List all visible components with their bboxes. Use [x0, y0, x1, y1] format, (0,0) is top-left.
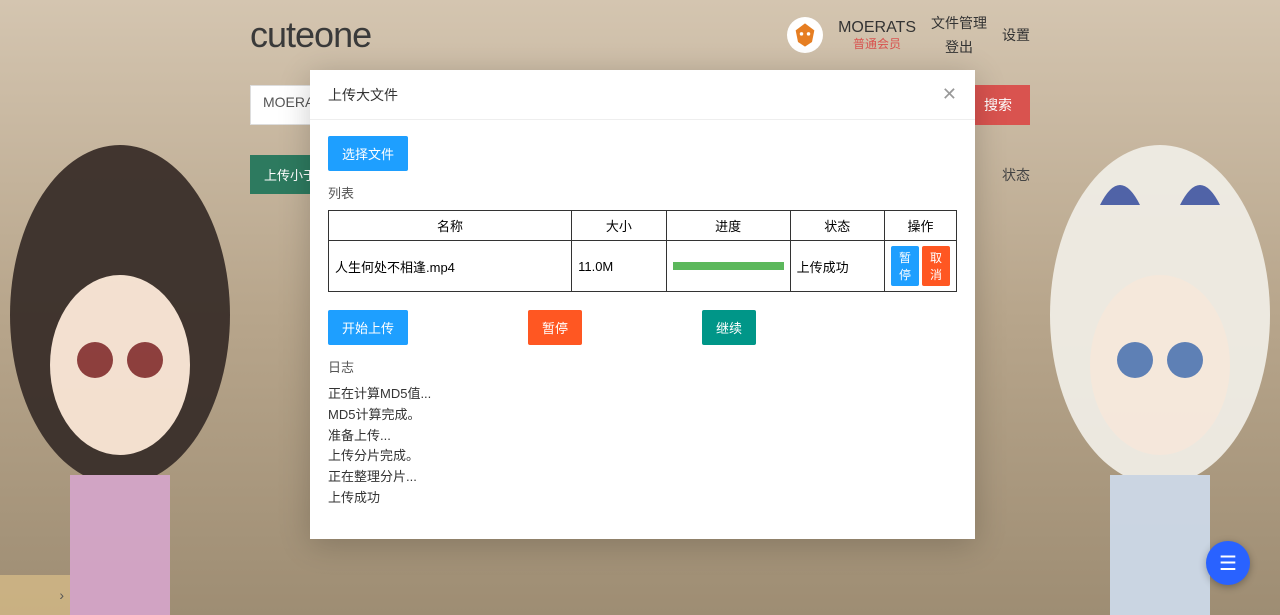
search-button[interactable]: 搜索: [966, 85, 1030, 125]
th-progress: 进度: [666, 211, 790, 241]
hamburger-icon: ☰: [1219, 551, 1237, 576]
background-character-right: [1020, 115, 1280, 615]
log-line: MD5计算完成。: [328, 405, 957, 426]
fox-icon: [791, 21, 819, 49]
log-line: 正在计算MD5值...: [328, 384, 957, 405]
close-icon: ✕: [942, 84, 957, 104]
th-size: 大小: [572, 211, 667, 241]
cell-size: 11.0M: [572, 241, 667, 292]
bottom-widget[interactable]: ›: [0, 575, 70, 615]
th-status: 状态: [790, 211, 884, 241]
cell-action: 暂停 取消: [884, 241, 956, 292]
nav-settings[interactable]: 设置: [1002, 25, 1030, 45]
log-lines: 正在计算MD5值... MD5计算完成。 准备上传... 上传分片完成。 正在整…: [328, 384, 957, 509]
row-cancel-button[interactable]: 取消: [922, 246, 950, 286]
log-line: 正在整理分片...: [328, 467, 957, 488]
progress-bar: [673, 262, 784, 270]
table-row: 人生何处不相逢.mp4 11.0M 上传成功 暂停 取消: [329, 241, 957, 292]
start-upload-button[interactable]: 开始上传: [328, 310, 408, 345]
nav-file-mgmt[interactable]: 文件管理: [931, 13, 987, 33]
cell-progress: [666, 241, 790, 292]
chevron-right-icon: ›: [59, 587, 64, 603]
upload-table: 名称 大小 进度 状态 操作 人生何处不相逢.mp4 11.0M 上传成功 暂停: [328, 210, 957, 292]
cell-name: 人生何处不相逢.mp4: [329, 241, 572, 292]
pause-button[interactable]: 暂停: [528, 310, 582, 345]
cell-status: 上传成功: [790, 241, 884, 292]
nav-logout[interactable]: 登出: [945, 37, 973, 57]
close-button[interactable]: ✕: [942, 84, 957, 105]
user-role: 普通会员: [853, 37, 901, 51]
row-pause-button[interactable]: 暂停: [891, 246, 919, 286]
fab-menu-button[interactable]: ☰: [1206, 541, 1250, 585]
avatar[interactable]: [787, 17, 823, 53]
log-line: 上传成功: [328, 488, 957, 509]
user-block[interactable]: MOERATS 普通会员: [838, 18, 916, 52]
upload-modal: 上传大文件 ✕ 选择文件 列表 名称 大小 进度 状态 操作 人生何处不相逢.m…: [310, 70, 975, 539]
th-action: 操作: [884, 211, 956, 241]
logo: cuteone: [250, 14, 371, 56]
select-file-button[interactable]: 选择文件: [328, 136, 408, 171]
header: cuteone MOERATS 普通会员 文件管理 登出 设置: [0, 0, 1280, 70]
resume-button[interactable]: 继续: [702, 310, 756, 345]
log-line: 准备上传...: [328, 426, 957, 447]
username: MOERATS: [838, 18, 916, 37]
modal-header: 上传大文件 ✕: [310, 70, 975, 120]
status-column-label: 状态: [1002, 165, 1030, 185]
list-label: 列表: [328, 183, 957, 202]
log-label: 日志: [328, 357, 957, 376]
modal-title: 上传大文件: [328, 85, 398, 105]
log-line: 上传分片完成。: [328, 446, 957, 467]
background-character-left: [0, 115, 260, 615]
th-name: 名称: [329, 211, 572, 241]
